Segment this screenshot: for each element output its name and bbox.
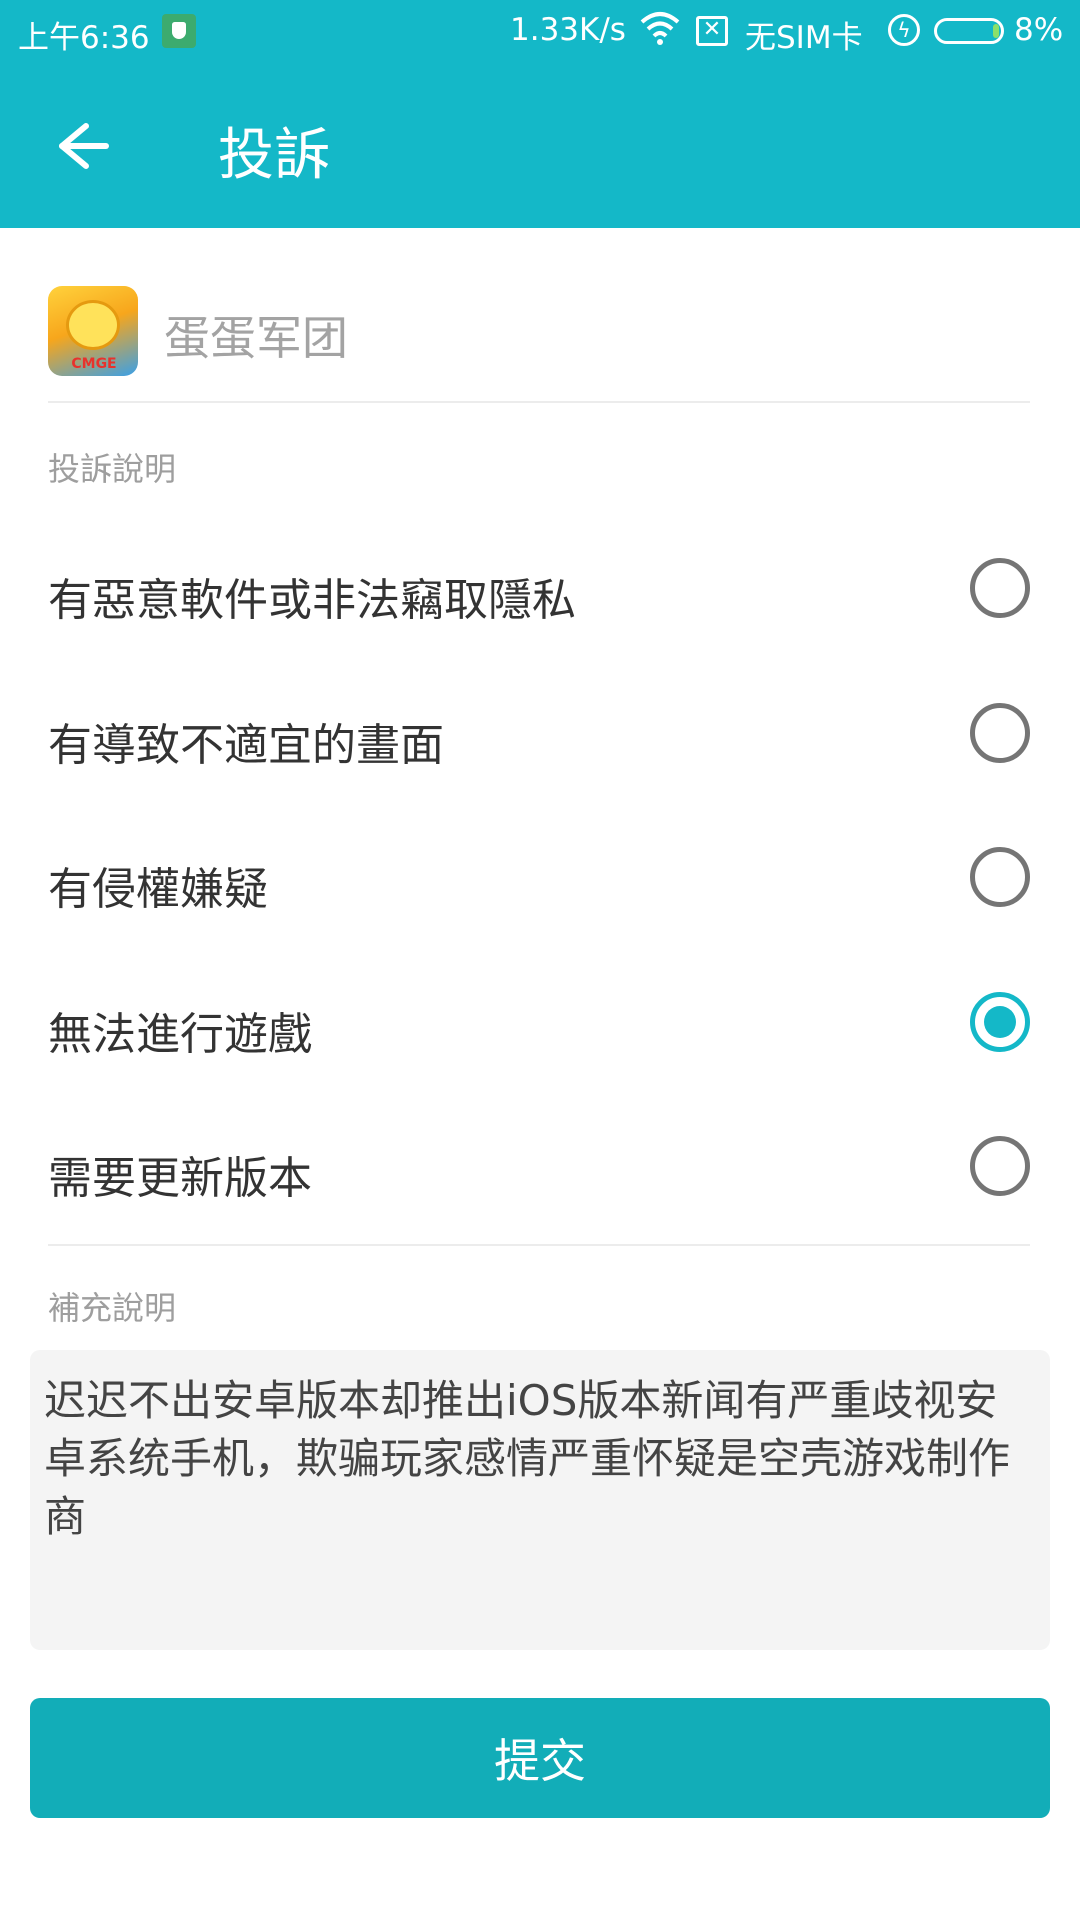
divider — [48, 401, 1030, 403]
app-icon: CMGE — [48, 286, 138, 376]
radio-button[interactable] — [970, 703, 1030, 763]
radio-button[interactable] — [970, 1136, 1030, 1196]
option-inappropriate[interactable]: 有導致不適宜的畫面 — [48, 675, 1030, 795]
radio-button[interactable] — [970, 847, 1030, 907]
status-bar: 上午6:36 1.33K/s ✕ 无SIM卡 ϟ 8% — [0, 0, 1080, 62]
option-label: 需要更新版本 — [48, 1153, 312, 1204]
egg-character-icon — [66, 300, 120, 350]
sim-status: 无SIM卡 — [745, 20, 863, 56]
complaint-section-label: 投訴說明 — [48, 450, 177, 488]
supplement-section-label: 補充說明 — [48, 1289, 177, 1327]
arrow-left-icon — [59, 123, 109, 169]
app-info-row: CMGE 蛋蛋军团 — [48, 286, 1030, 402]
back-button[interactable] — [48, 116, 118, 176]
option-label: 有惡意軟件或非法竊取隱私 — [48, 575, 576, 626]
option-label: 無法進行遊戲 — [48, 1009, 312, 1060]
page-title: 投訴 — [218, 123, 330, 188]
radio-button[interactable] — [970, 558, 1030, 618]
app-bar: 投訴 — [0, 62, 1080, 228]
security-shield-icon — [162, 14, 196, 48]
submit-button[interactable]: 提交 — [30, 1698, 1050, 1818]
app-icon-brand: CMGE — [71, 356, 117, 372]
wifi-icon — [640, 10, 680, 54]
charging-icon: ϟ — [888, 14, 920, 46]
status-time: 上午6:36 — [18, 20, 150, 56]
supplement-textarea[interactable]: 迟迟不出安卓版本却推出iOS版本新闻有严重歧视安卓系统手机，欺骗玩家感情严重怀疑… — [30, 1350, 1050, 1650]
option-cannot-play[interactable]: 無法進行遊戲 — [48, 964, 1030, 1084]
battery-percent: 8% — [1014, 12, 1064, 48]
radio-button-selected[interactable] — [970, 992, 1030, 1052]
network-speed: 1.33K/s — [510, 12, 626, 48]
option-label: 有導致不適宜的畫面 — [48, 720, 444, 771]
option-malware[interactable]: 有惡意軟件或非法竊取隱私 — [48, 530, 1030, 650]
option-infringement[interactable]: 有侵權嫌疑 — [48, 819, 1030, 939]
option-needs-update[interactable]: 需要更新版本 — [48, 1108, 1030, 1228]
divider — [48, 1244, 1030, 1246]
app-name: 蛋蛋军团 — [164, 311, 348, 365]
no-sim-icon: ✕ — [696, 16, 728, 46]
option-label: 有侵權嫌疑 — [48, 864, 268, 915]
supplement-text: 迟迟不出安卓版本却推出iOS版本新闻有严重歧视安卓系统手机，欺骗玩家感情严重怀疑… — [44, 1376, 1011, 1541]
battery-icon — [934, 18, 1004, 44]
